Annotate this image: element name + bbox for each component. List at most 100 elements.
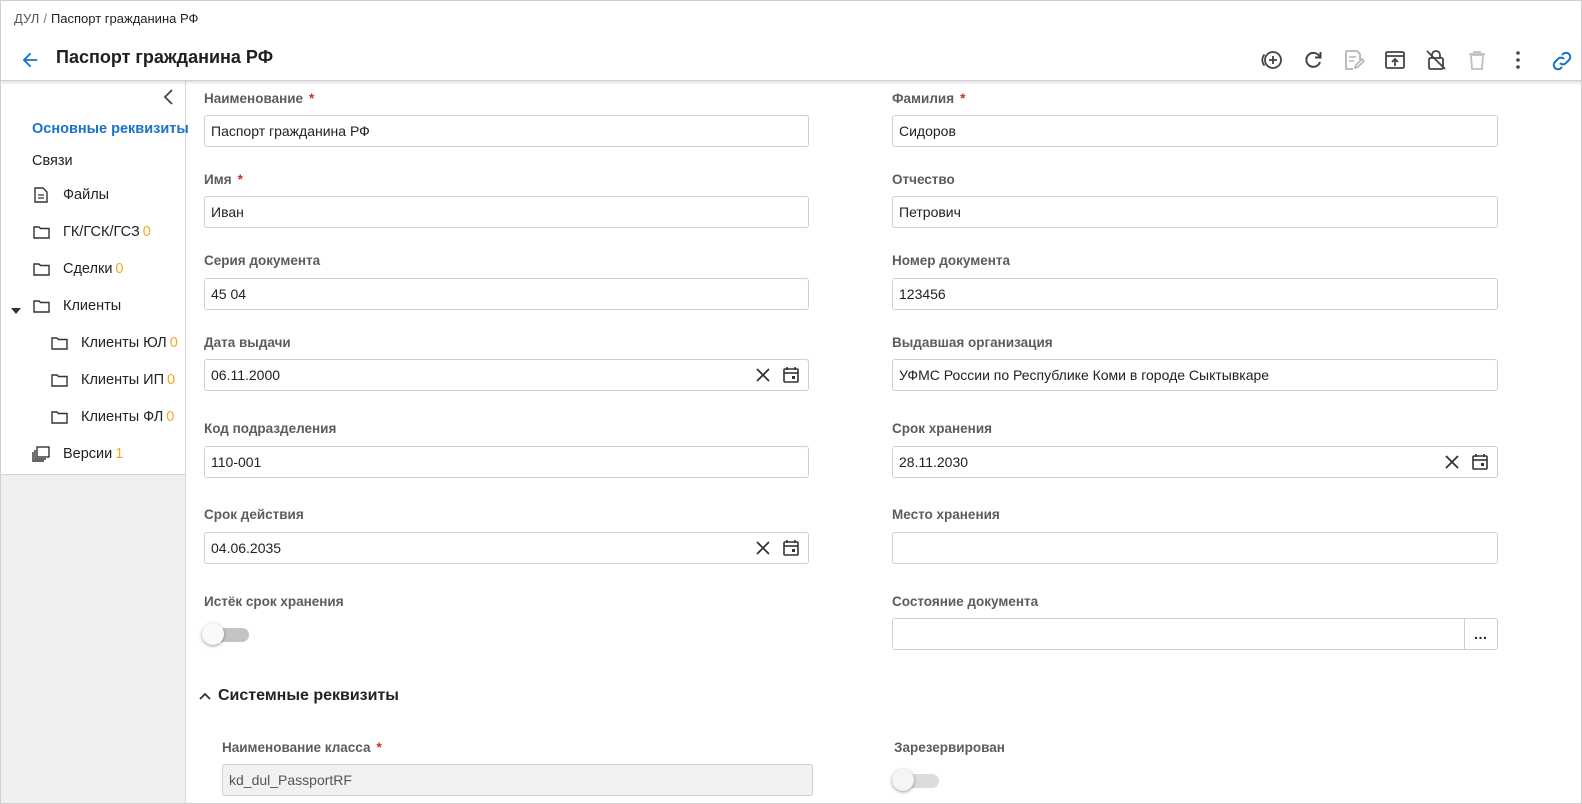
- calendar-icon[interactable]: [780, 537, 802, 559]
- main-form: Наименование * Паспорт гражданина РФ Фами…: [186, 81, 1581, 803]
- reserved-label: Зарезервирован: [894, 740, 1005, 755]
- sidebar-item-clients[interactable]: Клиенты: [32, 297, 121, 315]
- surname-label: Фамилия *: [892, 91, 966, 106]
- sidebar-item-deals[interactable]: Сделки 0: [32, 260, 124, 278]
- sidebar-item-label: Сделки: [63, 261, 113, 277]
- chevron-up-icon: [199, 692, 211, 700]
- doc-state-field[interactable]: …: [892, 618, 1498, 650]
- folder-icon: [50, 408, 68, 426]
- sidebar-item-label: Клиенты ИП: [81, 372, 165, 388]
- clear-icon[interactable]: [1441, 451, 1463, 473]
- breadcrumb-parent[interactable]: ДУЛ: [14, 11, 39, 26]
- issue-date-field[interactable]: 06.11.2000: [204, 359, 809, 391]
- sidebar-item-label: Основные реквизиты: [32, 121, 189, 137]
- doc-number-field[interactable]: 123456: [892, 278, 1498, 310]
- breadcrumb-separator: /: [43, 11, 47, 26]
- first-name-field[interactable]: Иван: [204, 196, 809, 228]
- folder-icon: [50, 371, 68, 389]
- versions-icon: [32, 445, 50, 463]
- unlock-icon[interactable]: [1423, 47, 1449, 73]
- breadcrumb: ДУЛ / Паспорт гражданина РФ: [14, 11, 198, 26]
- issuer-field[interactable]: УФМС России по Республике Коми в городе …: [892, 359, 1498, 391]
- division-code-field[interactable]: 110-001: [204, 446, 809, 478]
- doc-series-label: Серия документа: [204, 253, 321, 268]
- sidebar-item-versions[interactable]: Версии 1: [32, 445, 123, 463]
- sidebar-item-clients-ul[interactable]: Клиенты ЮЛ 0: [50, 334, 178, 352]
- clear-icon[interactable]: [752, 364, 774, 386]
- folder-icon: [32, 297, 50, 315]
- sidebar-nav: Основные реквизиты Связи Файлы ГК/ГСК/ГС…: [1, 81, 189, 475]
- sidebar-item-count: 1: [115, 446, 124, 462]
- issue-date-label: Дата выдачи: [204, 335, 291, 350]
- sidebar-item-label: Клиенты: [63, 298, 122, 314]
- storage-place-field[interactable]: [892, 532, 1498, 564]
- add-circle-icon[interactable]: [1259, 47, 1285, 73]
- class-name-label: Наименование класса *: [222, 740, 382, 755]
- folder-icon: [32, 260, 50, 278]
- file-icon: [32, 186, 50, 204]
- storage-term-label: Срок хранения: [892, 421, 993, 436]
- sidebar-item-count: 0: [167, 372, 176, 388]
- toggle-knob: [202, 623, 224, 645]
- sidebar-item-label: Версии: [63, 446, 113, 462]
- more-horiz-icon: …: [1473, 626, 1489, 642]
- system-section-title: Системные реквизиты: [218, 687, 399, 704]
- system-section-header[interactable]: Системные реквизиты: [198, 687, 399, 705]
- calendar-icon[interactable]: [1469, 451, 1491, 473]
- sidebar-item-files[interactable]: Файлы: [32, 186, 109, 204]
- patronymic-field[interactable]: Петрович: [892, 196, 1498, 228]
- sidebar-item-label: ГК/ГСК/ГСЗ: [63, 224, 140, 240]
- sidebar-item-label: Клиенты ФЛ: [81, 409, 164, 425]
- back-arrow-icon[interactable]: [19, 49, 41, 71]
- toolbar: [1259, 47, 1546, 73]
- save-edit-icon: [1341, 47, 1367, 73]
- page-title: Паспорт гражданина РФ: [56, 47, 274, 67]
- storage-place-label: Место хранения: [892, 507, 1000, 522]
- name-label: Наименование *: [204, 91, 315, 106]
- first-name-label: Имя *: [204, 172, 243, 187]
- validity-field[interactable]: 04.06.2035: [204, 532, 809, 564]
- more-vert-icon[interactable]: [1505, 47, 1531, 73]
- storage-expired-toggle[interactable]: [202, 622, 250, 646]
- sidebar-item-label: Связи: [32, 153, 73, 169]
- doc-number-label: Номер документа: [892, 253, 1010, 268]
- storage-term-field[interactable]: 28.11.2030: [892, 446, 1498, 478]
- open-in-new-icon[interactable]: [1382, 47, 1408, 73]
- sidebar-item-clients-fl[interactable]: Клиенты ФЛ 0: [50, 408, 174, 426]
- sidebar: Основные реквизиты Связи Файлы ГК/ГСК/ГС…: [1, 81, 189, 803]
- division-code-label: Код подразделения: [204, 421, 337, 436]
- sidebar-item-count: 0: [169, 335, 178, 351]
- sidebar-item-count: 0: [142, 224, 151, 240]
- folder-icon: [32, 223, 50, 241]
- breadcrumb-current: Паспорт гражданина РФ: [50, 11, 199, 26]
- collapse-sidebar-icon[interactable]: [162, 87, 178, 107]
- delete-icon: [1464, 47, 1490, 73]
- refresh-icon[interactable]: [1300, 47, 1326, 73]
- issuer-label: Выдавшая организация: [892, 335, 1053, 350]
- sidebar-item-gk[interactable]: ГК/ГСК/ГСЗ 0: [32, 223, 151, 241]
- page-header: ДУЛ / Паспорт гражданина РФ Паспорт гражда…: [1, 1, 1581, 81]
- patronymic-label: Отчество: [892, 172, 955, 187]
- reserved-toggle[interactable]: [892, 768, 940, 792]
- sidebar-item-clients-ip[interactable]: Клиенты ИП 0: [50, 371, 175, 389]
- folder-icon: [50, 334, 68, 352]
- more-horiz-button[interactable]: …: [1464, 619, 1497, 649]
- clear-icon[interactable]: [752, 537, 774, 559]
- sidebar-item-count: 0: [166, 409, 175, 425]
- sidebar-item-label: Файлы: [63, 187, 110, 203]
- doc-series-field[interactable]: 45 04: [204, 278, 809, 310]
- expand-caret-icon[interactable]: [10, 303, 22, 314]
- sidebar-item-count: 0: [115, 261, 124, 277]
- toggle-knob: [892, 769, 914, 791]
- calendar-icon[interactable]: [780, 364, 802, 386]
- link-icon[interactable]: [1550, 49, 1574, 76]
- name-field[interactable]: Паспорт гражданина РФ: [204, 115, 809, 147]
- validity-label: Срок действия: [204, 507, 304, 522]
- sidebar-item-label: Клиенты ЮЛ: [81, 335, 167, 351]
- sidebar-item-main-props[interactable]: Основные реквизиты: [32, 121, 189, 137]
- storage-expired-label: Истёк срок хранения: [204, 594, 344, 609]
- app-window: ДУЛ / Паспорт гражданина РФ Паспорт гражда…: [0, 0, 1582, 804]
- sidebar-item-links[interactable]: Связи: [32, 153, 73, 169]
- doc-state-label: Состояние документа: [892, 594, 1039, 609]
- surname-field[interactable]: Сидоров: [892, 115, 1498, 147]
